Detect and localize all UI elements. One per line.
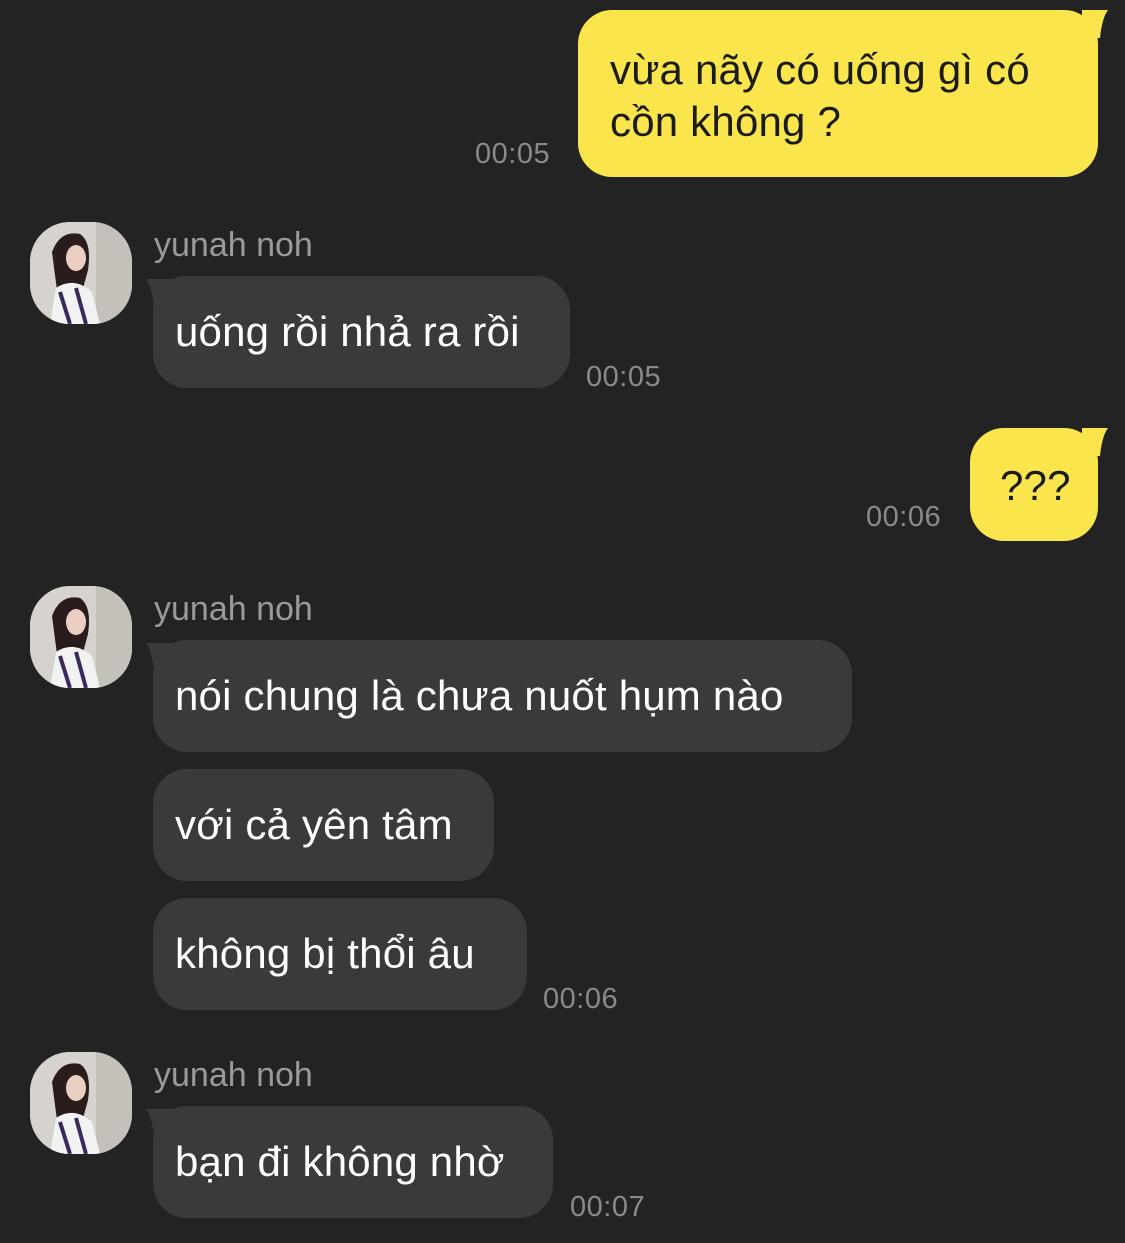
message-text: không bị thổi âu [175,930,475,977]
outgoing-message-bubble[interactable]: vừa nãy có uống gì có cồn không ? [578,10,1098,177]
incoming-message-bubble[interactable]: nói chung là chưa nuốt hụm nào [153,640,852,752]
message-timestamp: 00:06 [866,501,942,533]
outgoing-bubble-tail [1082,428,1108,456]
message-text-line: vừa nãy có uống gì có [610,46,1030,93]
incoming-message-bubble[interactable]: không bị thổi âu [153,898,527,1010]
avatar-photo-icon [30,1052,132,1154]
avatar-photo-icon [30,586,132,688]
contact-avatar[interactable] [30,586,132,688]
message-text: với cả yên tâm [175,801,453,848]
outgoing-message-bubble[interactable]: ??? [970,428,1098,541]
message-timestamp: 00:06 [543,983,619,1015]
message-timestamp: 00:07 [570,1191,646,1223]
message-text: nói chung là chưa nuốt hụm nào [175,672,784,719]
message-timestamp: 00:05 [586,361,662,393]
message-text: ??? [1000,462,1071,509]
incoming-message-bubble[interactable]: với cả yên tâm [153,769,494,881]
message-text: uống rồi nhả ra rồi [175,308,520,355]
avatar-photo-icon [30,222,132,324]
outgoing-bubble-tail [1082,10,1108,38]
message-timestamp: 00:05 [475,138,551,170]
sender-name: yunah noh [154,1056,313,1094]
contact-avatar[interactable] [30,1052,132,1154]
incoming-message-bubble[interactable]: bạn đi không nhờ [153,1106,553,1218]
message-text: bạn đi không nhờ [175,1138,505,1185]
sender-name: yunah noh [154,226,313,264]
message-text-line: cồn không ? [610,98,842,145]
sender-name: yunah noh [154,590,313,628]
contact-avatar[interactable] [30,222,132,324]
incoming-message-bubble[interactable]: uống rồi nhả ra rồi [153,276,570,388]
